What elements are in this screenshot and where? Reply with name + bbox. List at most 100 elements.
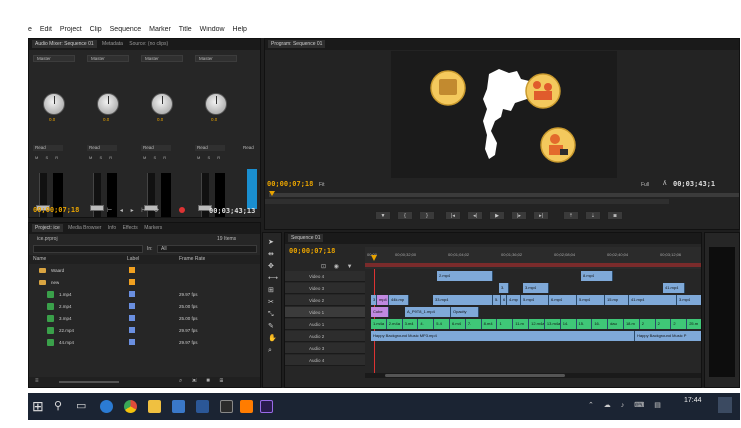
channel-track-select[interactable]: Master	[87, 55, 129, 62]
list-item[interactable]: 1.mp4 29.97 fps	[29, 289, 260, 300]
tab-effects[interactable]: Effects	[123, 225, 138, 231]
mute-solo-record-buttons[interactable]: M S R	[197, 155, 223, 160]
clock-time[interactable]: 17:44	[684, 397, 702, 404]
menu-clip[interactable]: Clip	[90, 26, 102, 33]
lift-button[interactable]: ⇡	[563, 211, 579, 220]
timeline-clip[interactable]: 6.m4	[450, 319, 466, 329]
timeline-clip[interactable]: 13.m4a	[544, 319, 561, 329]
play-button[interactable]: ▶	[489, 211, 505, 220]
resolution-select[interactable]: Full	[641, 182, 649, 188]
chrome-icon[interactable]	[124, 400, 137, 413]
premiere-icon[interactable]	[260, 400, 273, 413]
timeline-clip[interactable]: 3.mp4	[677, 295, 701, 305]
wrench-icon[interactable]: ʎ	[663, 180, 667, 187]
track-header-video-4[interactable]: Video 4	[285, 271, 365, 282]
automation-read-select[interactable]: Read	[87, 145, 117, 151]
timeline-clip[interactable]: 4.mp	[507, 295, 521, 305]
tab-metadata[interactable]: Metadata	[102, 41, 123, 47]
edge-icon[interactable]	[100, 400, 113, 413]
channel-track-select[interactable]: Master	[195, 55, 237, 62]
export-frame-button[interactable]: ◙	[607, 211, 623, 220]
timeline-clip[interactable]: 25.m	[687, 319, 701, 329]
timeline-clip[interactable]: 6.mp4	[549, 295, 577, 305]
program-video-frame[interactable]	[391, 51, 617, 178]
track-header-video-1[interactable]: Video 1	[285, 307, 365, 318]
timeline-clip[interactable]: 3.m4	[402, 319, 419, 329]
timeline-clip[interactable]: 2	[639, 319, 656, 329]
tab-program[interactable]: Program: Sequence 01	[268, 40, 326, 48]
timeline-clip[interactable]: 18.m	[623, 319, 640, 329]
pan-knob[interactable]	[43, 93, 65, 115]
program-zoom-bar[interactable]	[265, 199, 669, 204]
start-icon[interactable]: ⊞	[32, 398, 44, 415]
record-icon[interactable]	[179, 207, 185, 213]
track-header-audio-3[interactable]: Audio 3	[285, 343, 365, 354]
project-search-input[interactable]	[33, 245, 143, 253]
volume-fader-track[interactable]	[93, 173, 101, 217]
fit-zoom-select[interactable]: Fit	[319, 182, 325, 188]
word-icon[interactable]	[196, 400, 209, 413]
timeline-clip[interactable]: A_P9T8_1.mp4	[405, 307, 451, 317]
automation-read-select[interactable]: Read	[141, 145, 171, 151]
timeline-clip[interactable]: 1	[497, 319, 514, 329]
timeline-clip[interactable]: 5.mp4	[577, 295, 605, 305]
step-forward-button[interactable]: |▸	[511, 211, 527, 220]
extract-button[interactable]: ⇣	[585, 211, 601, 220]
tab-source[interactable]: Source: (no clips)	[129, 41, 168, 47]
project-actions-icons[interactable]: ⌕ ▣ ■ ⊞	[179, 378, 227, 385]
timeline-clip[interactable]: Cube	[371, 307, 389, 317]
list-item[interactable]: Waard	[29, 265, 260, 276]
timeline-clip[interactable]: 3.mp4	[523, 283, 549, 293]
pan-knob[interactable]	[205, 93, 227, 115]
tool-icons[interactable]: ➤ ⇹ ✥ ⟷ ⊞ ✂ ⤡ ✎ ✋ ⌕	[268, 237, 278, 357]
timeline-clip[interactable]: 2.m4a	[386, 319, 403, 329]
playhead-icon[interactable]	[269, 191, 275, 196]
system-tray-icons[interactable]: ⌃ ☁ ♪ ⌨ ▤	[588, 401, 665, 409]
playhead-icon[interactable]	[371, 255, 377, 261]
list-item[interactable]: 2.mp4 25.00 fps	[29, 301, 260, 312]
zoom-slider[interactable]	[59, 381, 119, 383]
list-item[interactable]: 22.mp4 29.97 fps	[29, 325, 260, 336]
timeline-clip[interactable]: 7.	[465, 319, 482, 329]
timeline-clip[interactable]: 1.m4a	[371, 319, 387, 329]
channel-track-select[interactable]: Master	[33, 55, 75, 62]
timeline-clip[interactable]: Happy Background Music P	[635, 331, 701, 341]
list-item[interactable]: 44.mp4 29.97 fps	[29, 337, 260, 348]
timeline-clip[interactable]: 12.m4a	[529, 319, 545, 329]
timeline-clip[interactable]: 5.4	[434, 319, 451, 329]
tab-markers[interactable]: Markers	[144, 225, 162, 231]
track-header-audio-4[interactable]: Audio 4	[285, 355, 365, 366]
timeline-clip[interactable]: 5.mp4	[521, 295, 549, 305]
menu-project[interactable]: Project	[60, 26, 82, 33]
column-label[interactable]: Label	[127, 256, 139, 262]
timeline-clip[interactable]: 44k.mp	[389, 295, 409, 305]
timeline-clip[interactable]: 11.m	[513, 319, 530, 329]
work-area-bar[interactable]	[365, 263, 701, 267]
menu-file-partial[interactable]: e	[28, 26, 32, 33]
timeline-clip[interactable]: Happy Background Music MP3.mp4	[371, 331, 635, 341]
menu-marker[interactable]: Marker	[149, 26, 171, 33]
pan-knob[interactable]	[97, 93, 119, 115]
menu-title[interactable]: Title	[179, 26, 192, 33]
go-to-in-button[interactable]: |◂	[445, 211, 461, 220]
mark-in-button[interactable]: {	[397, 211, 413, 220]
timeline-clip[interactable]: 8.m4	[481, 319, 498, 329]
timeline-snap-icons[interactable]: ⊡ ◉ ▼	[321, 263, 356, 270]
channel-track-select[interactable]: Master	[141, 55, 183, 62]
add-marker-button[interactable]: ▼	[375, 211, 391, 220]
menu-edit[interactable]: Edit	[40, 26, 52, 33]
track-header-video-3[interactable]: Video 3	[285, 283, 365, 294]
timeline-clip[interactable]: dau	[608, 319, 624, 329]
track-header-audio-1[interactable]: Audio 1	[285, 319, 365, 330]
time-ruler[interactable]: 00;00 00;00;32;00 00;01;04;02 00;01;36;0…	[365, 247, 701, 269]
menu-sequence[interactable]: Sequence	[110, 26, 142, 33]
explorer-icon[interactable]	[148, 400, 161, 413]
program-timecode[interactable]: 00;00;07;18	[267, 180, 313, 188]
task-view-icon[interactable]: ▭	[76, 399, 86, 412]
in-filter-select[interactable]: All	[157, 245, 257, 253]
mixer-transport-controls[interactable]: ⊢ ◂ ▸ ⊢ ⟳	[107, 207, 162, 214]
tab-project[interactable]: Project: ice	[32, 224, 63, 232]
go-to-out-button[interactable]: ▸|	[533, 211, 549, 220]
mute-solo-record-buttons[interactable]: M S R	[89, 155, 115, 160]
timeline-clip[interactable]: 14.	[560, 319, 577, 329]
